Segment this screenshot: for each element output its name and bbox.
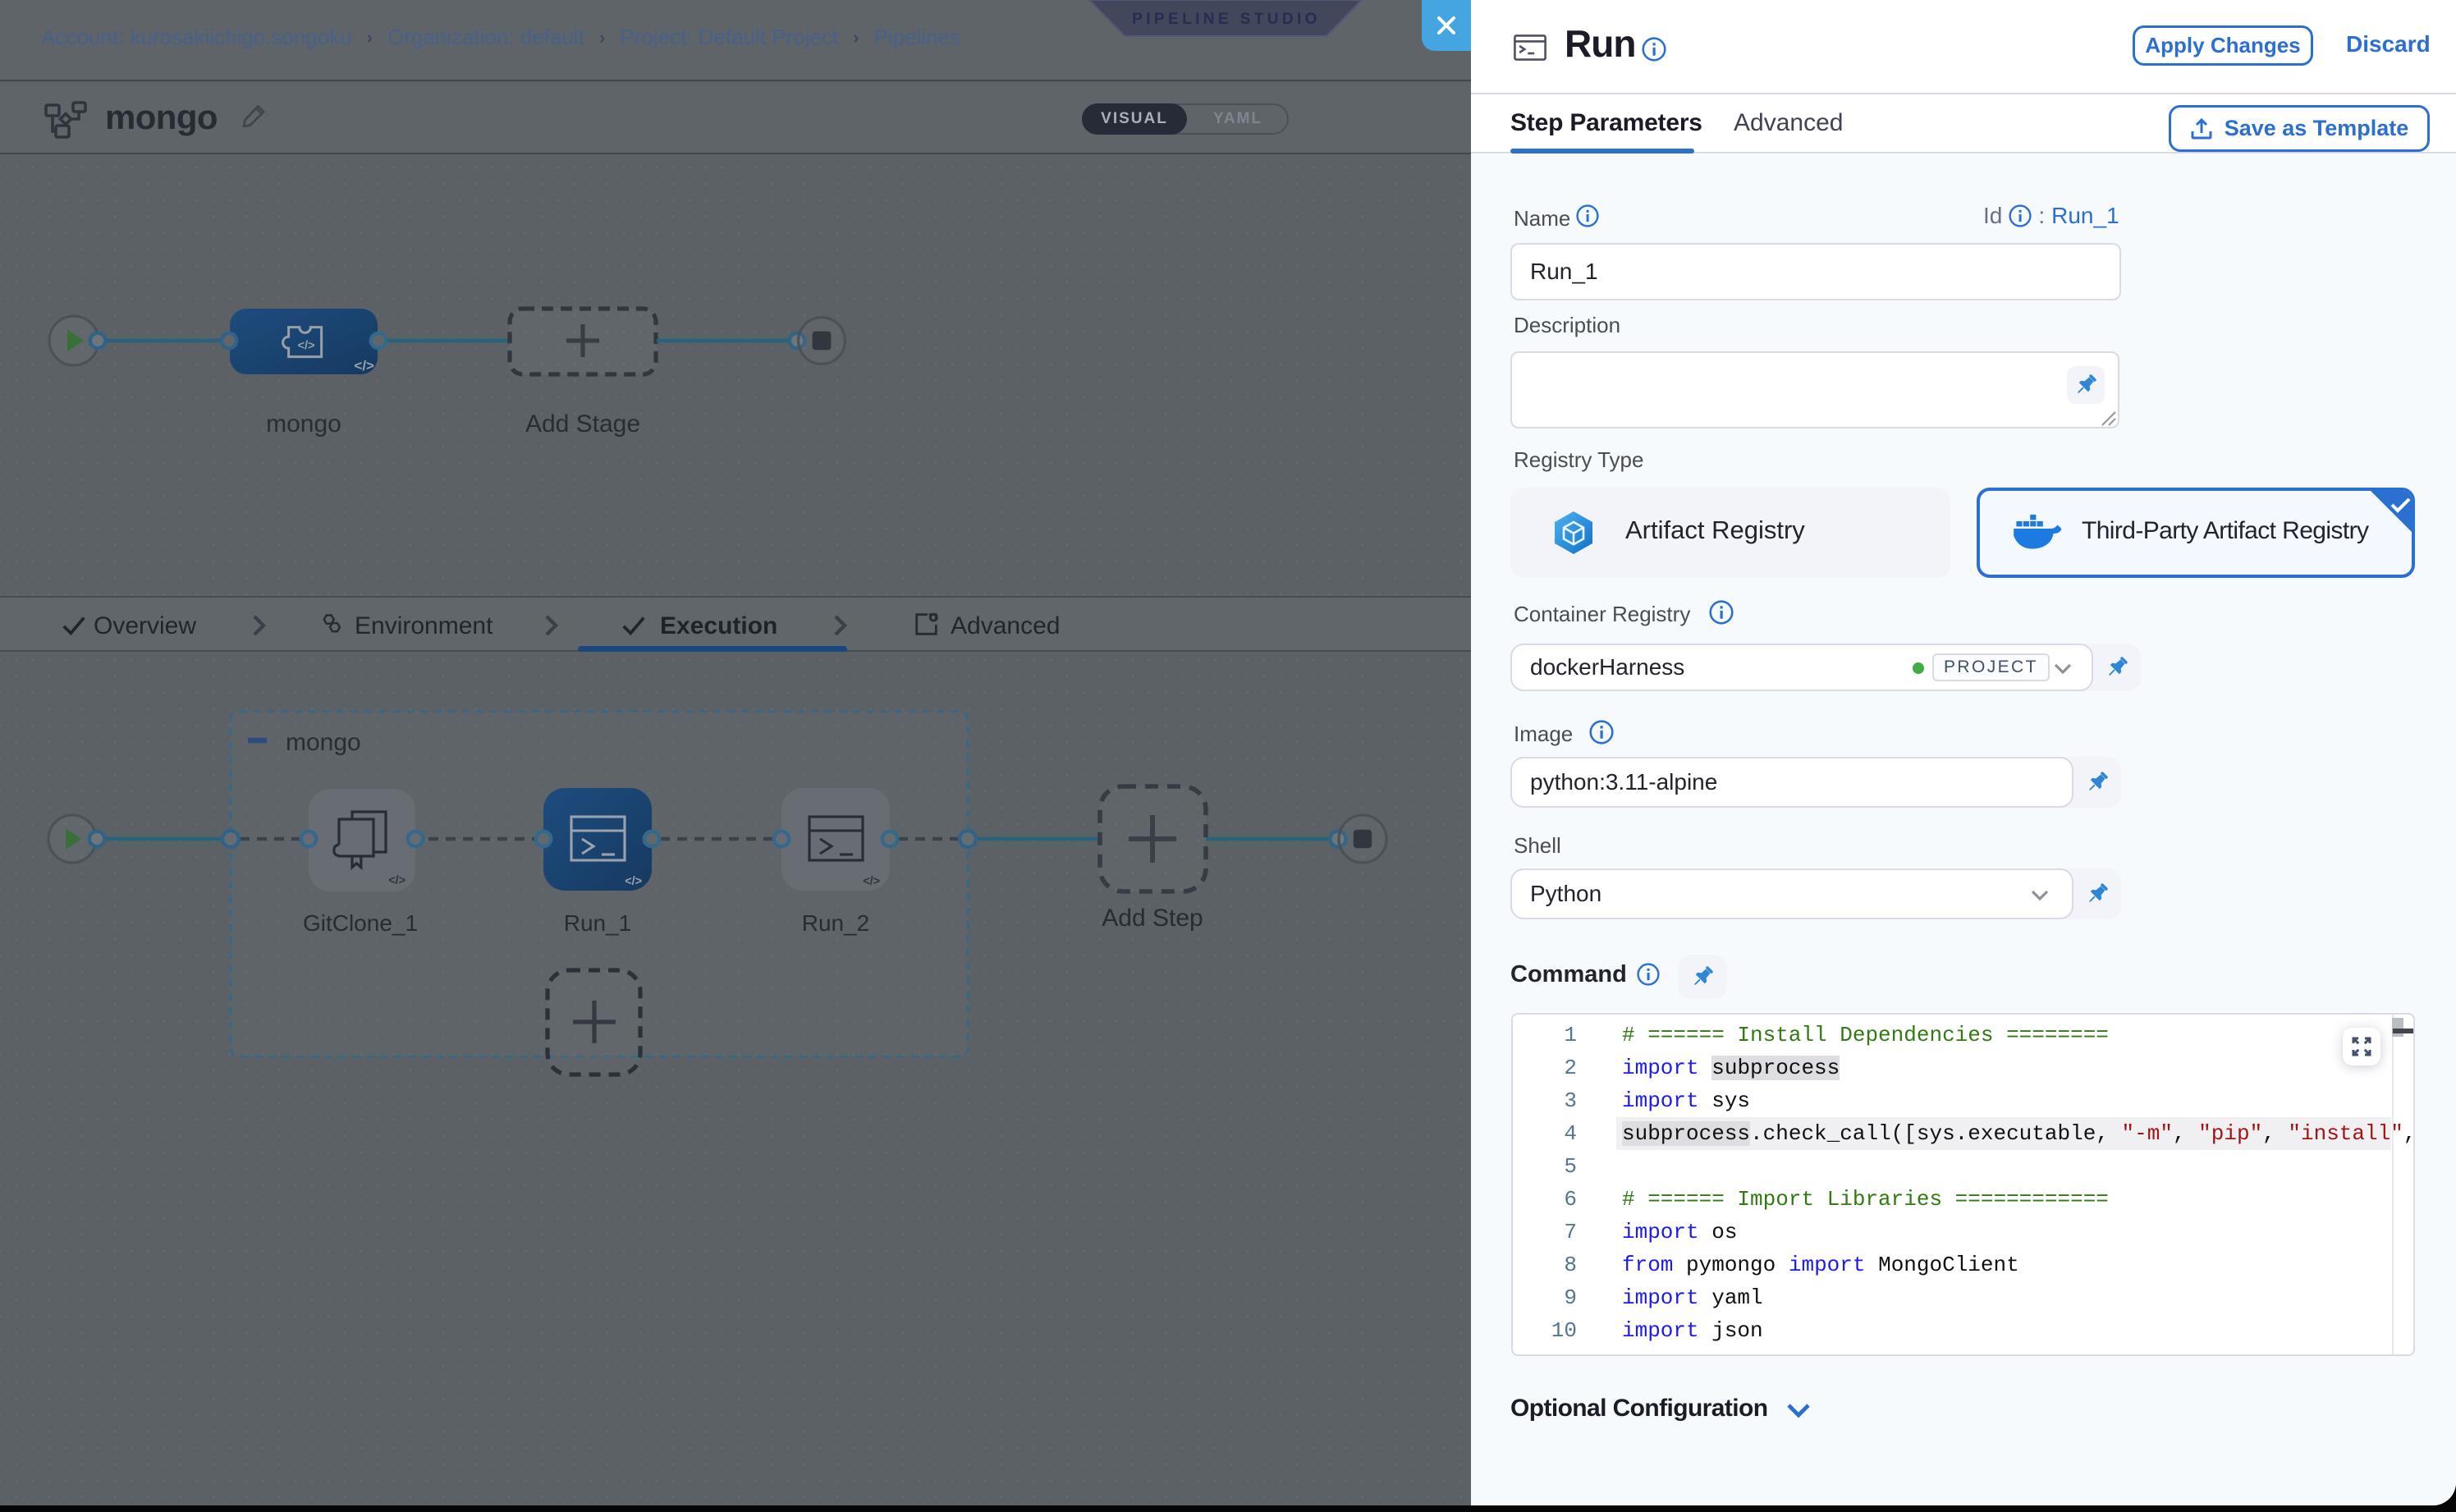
svg-text:Add Stage: Add Stage (525, 410, 640, 438)
svg-text:</>: </> (863, 875, 880, 888)
svg-text:GitClone_1: GitClone_1 (303, 910, 418, 936)
svg-text:Run_2: Run_2 (802, 910, 870, 936)
svg-text:mongo: mongo (266, 410, 341, 438)
svg-text:</>: </> (388, 874, 406, 887)
svg-text:</>: </> (354, 358, 374, 373)
svg-text:mongo: mongo (286, 729, 361, 756)
svg-text:Add Step: Add Step (1102, 905, 1203, 932)
svg-text:</>: </> (625, 875, 642, 888)
svg-text:Run_1: Run_1 (564, 910, 632, 936)
svg-text:</>: </> (297, 340, 314, 353)
